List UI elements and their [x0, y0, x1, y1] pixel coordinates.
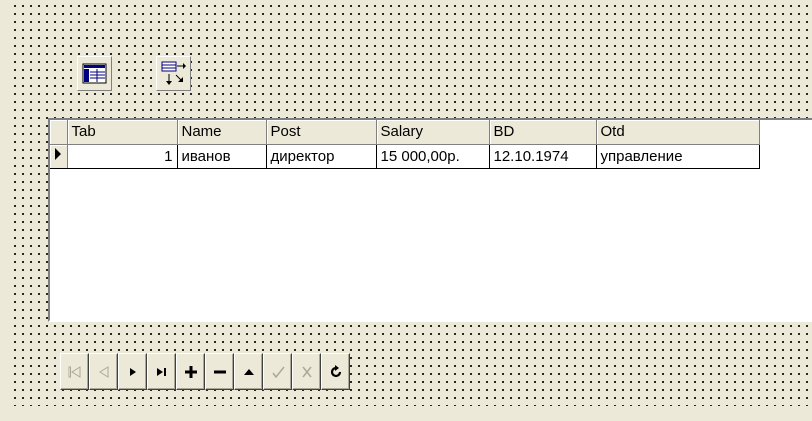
cell-bd[interactable]: 12.10.1974: [489, 144, 597, 169]
cell-post[interactable]: директор: [266, 144, 377, 169]
column-header-otd[interactable]: Otd: [596, 120, 760, 145]
table-icon: [82, 63, 107, 84]
table-row[interactable]: 1 иванов директор 15 000,00р. 12.10.1974…: [50, 144, 760, 169]
nav-refresh-button[interactable]: [321, 353, 350, 390]
table-component-icon[interactable]: [77, 56, 112, 91]
nav-post-button[interactable]: [263, 353, 292, 390]
column-header-tab[interactable]: Tab: [67, 120, 178, 145]
nav-prior-button[interactable]: [89, 353, 118, 390]
column-header-name[interactable]: Name: [177, 120, 267, 145]
nav-first-button[interactable]: [60, 353, 89, 390]
nav-edit-button[interactable]: [234, 353, 263, 390]
edit-record-icon: [243, 368, 254, 375]
current-row-indicator-icon: [50, 144, 68, 169]
column-header-salary[interactable]: Salary: [376, 120, 490, 145]
data-grid[interactable]: Tab Name Post Salary BD Otd 1 иванов дир…: [48, 118, 812, 322]
datasource-component-icon[interactable]: [156, 56, 191, 91]
first-record-icon: [68, 365, 80, 378]
grid-header-row: Tab Name Post Salary BD Otd: [50, 120, 760, 145]
nav-cancel-button[interactable]: [292, 353, 321, 390]
refresh-icon: [330, 364, 341, 377]
db-navigator: [60, 353, 467, 392]
nav-next-button[interactable]: [118, 353, 147, 390]
prior-record-icon: [98, 365, 108, 378]
delete-record-icon: [213, 370, 226, 373]
nav-delete-button[interactable]: [205, 353, 234, 390]
column-header-bd[interactable]: BD: [489, 120, 597, 145]
indicator-header: [50, 120, 68, 145]
cancel-record-icon: [301, 366, 312, 377]
cell-otd[interactable]: управление: [596, 144, 760, 169]
nav-last-button[interactable]: [147, 353, 176, 390]
column-header-post[interactable]: Post: [266, 120, 377, 145]
cell-name[interactable]: иванов: [177, 144, 267, 169]
nav-insert-button[interactable]: [176, 353, 205, 390]
next-record-icon: [129, 367, 136, 376]
cell-salary[interactable]: 15 000,00р.: [376, 144, 490, 169]
insert-record-icon: [184, 365, 197, 378]
datasource-icon: [161, 61, 186, 85]
form-bottom-area: [0, 406, 812, 421]
last-record-icon: [156, 367, 166, 376]
post-record-icon: [271, 366, 285, 378]
cell-tab[interactable]: 1: [67, 144, 178, 169]
